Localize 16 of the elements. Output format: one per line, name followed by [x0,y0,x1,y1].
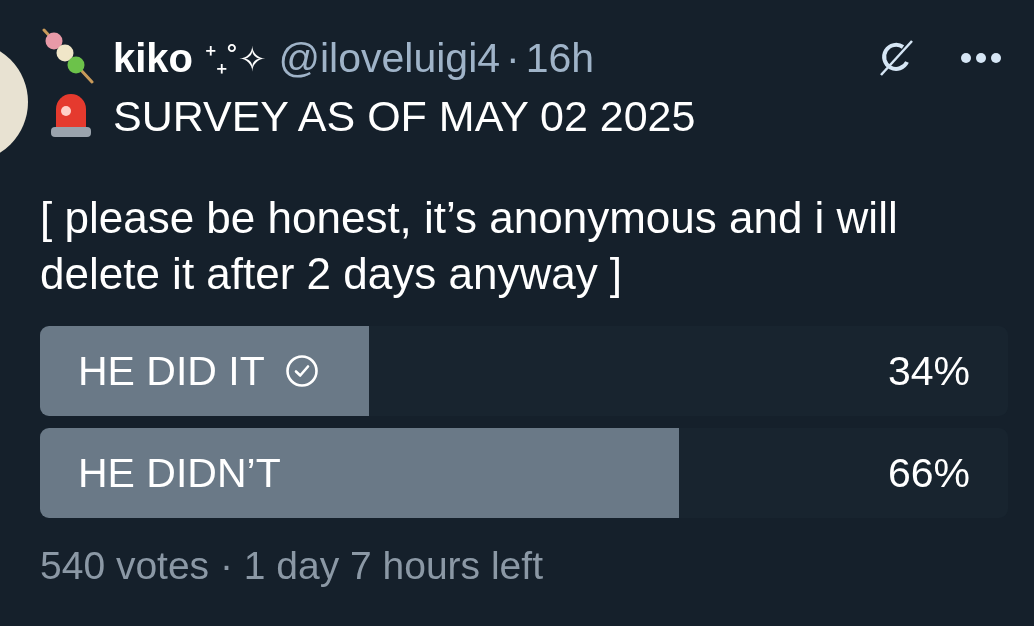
post-time[interactable]: 16h [525,34,595,82]
post-text: [ please be honest, it’s anonymous and i will delete it after 2 days anyway ] [40,192,899,300]
poll-track[interactable]: HE DIDN’T 66% [40,428,1008,518]
poll-track[interactable]: HE DID IT 34% [40,326,1008,416]
option-label: HE DID IT [78,347,265,395]
name-decoration: ⁺₊˚✧ [205,39,267,80]
post-title: SURVEY AS OF MAY 02 2025 [113,91,696,141]
dango-icon [40,28,96,84]
option-percent: 34% [887,347,970,395]
option-label: HE DIDN’T [78,449,281,497]
display-name[interactable]: kiko [113,35,194,81]
separator-dot: · [506,34,520,82]
poll-footer: 540 votes · 1 day 7 hours left [40,544,1008,588]
option-percent: 66% [887,449,970,497]
user-handle[interactable]: @iloveluigi4 [278,34,501,82]
more-icon[interactable] [960,52,1002,64]
